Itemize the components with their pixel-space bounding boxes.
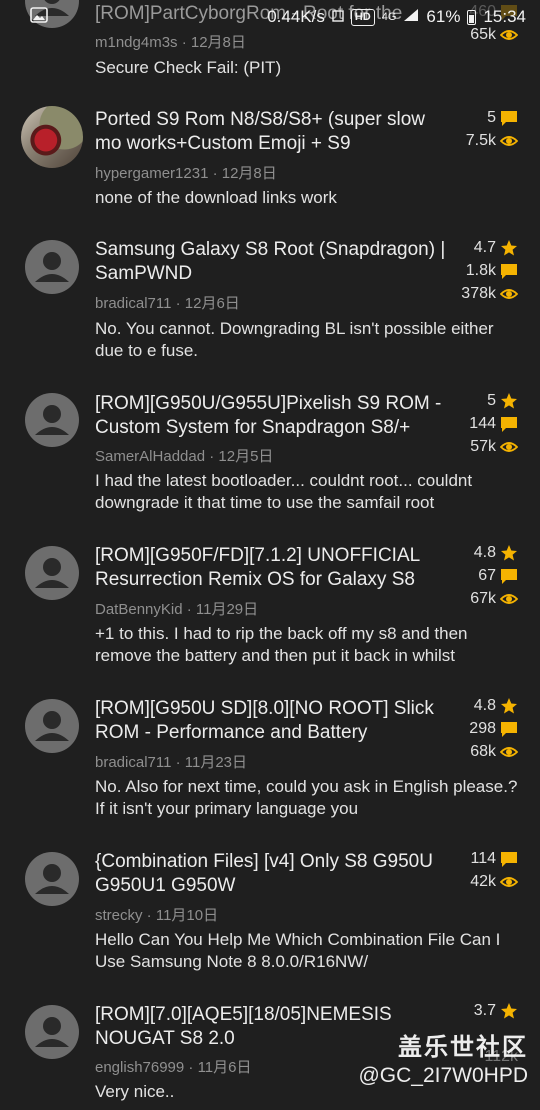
thread-meta: bradical711 · 12月6日: [95, 295, 240, 312]
thread-snippet: No. You cannot. Downgrading BL isn't pos…: [95, 319, 494, 360]
rating: 4.8: [438, 694, 518, 717]
thread-snippet: I had the latest bootloader... couldnt r…: [95, 471, 473, 512]
wifi-signal-icon: [332, 7, 344, 27]
battery-icon: [467, 9, 477, 25]
avatar[interactable]: [21, 106, 83, 168]
star-icon: [501, 392, 517, 408]
thread-stats: 4.8 298 68k: [438, 694, 518, 763]
network-type: 4G: [381, 11, 397, 23]
comment-count: 1.8k: [438, 259, 518, 282]
thread-snippet: Hello Can You Help Me Which Combination …: [95, 930, 501, 971]
thread-snippet: Secure Check Fail: (PIT): [95, 58, 282, 77]
default-user-icon: [35, 1017, 69, 1047]
cell-signal-icon: [403, 7, 419, 27]
star-icon: [501, 1002, 517, 1018]
comment-icon: [501, 416, 517, 432]
thread-title[interactable]: {Combination Files] [v4] Only S8 G950U G…: [95, 850, 455, 898]
rating: 5: [438, 389, 518, 412]
thread-meta: m1ndg4m3s · 12月8日: [95, 34, 246, 51]
view-count: 378k: [438, 282, 518, 305]
eye-icon: [500, 593, 518, 604]
thread-stats: 5 144 57k: [438, 389, 518, 458]
watermark-brand: 盖乐世社区: [398, 1034, 528, 1061]
view-count: 57k: [438, 435, 518, 458]
thread-meta: bradical711 · 11月23日: [95, 754, 248, 771]
comment-count: 298: [438, 717, 518, 740]
network-speed: 0.44K/s: [267, 7, 325, 26]
thread-snippet: +1 to this. I had to rip the back off my…: [95, 624, 468, 665]
avatar[interactable]: [25, 240, 79, 294]
thread-title[interactable]: [ROM][G950F/FD][7.1.2] UNOFFICIAL Resurr…: [95, 544, 455, 592]
thread-meta: hypergamer1231 · 12月8日: [95, 165, 277, 182]
star-icon: [501, 544, 517, 560]
thread-title[interactable]: Ported S9 Rom N8/S8/S8+ (super slow mo w…: [95, 108, 455, 156]
comment-icon: [501, 263, 517, 279]
view-count: 42k: [438, 870, 518, 893]
eye-icon: [500, 441, 518, 452]
thread-meta: DatBennyKid · 11月29日: [95, 601, 259, 618]
default-user-icon: [35, 864, 69, 894]
comment-count: 144: [438, 412, 518, 435]
comment-icon: [501, 110, 517, 126]
comment-count: 114: [438, 847, 518, 870]
comment-icon: [501, 851, 517, 867]
default-user-icon: [35, 711, 69, 741]
default-user-icon: [35, 558, 69, 588]
status-bar: 0.44K/s HD 4G 61% 15:34: [0, 0, 540, 34]
view-count: 68k: [438, 740, 518, 763]
clock: 15:34: [483, 7, 526, 26]
thread-snippet: none of the download links work: [95, 188, 337, 207]
thread-meta: SamerAlHaddad · 12月5日: [95, 448, 274, 465]
eye-icon: [500, 288, 518, 299]
rating: 4.8: [438, 541, 518, 564]
thread-stats: 114 42k: [438, 847, 518, 893]
avatar[interactable]: [25, 393, 79, 447]
thread-snippet: No. Also for next time, could you ask in…: [95, 777, 518, 818]
default-user-icon: [35, 252, 69, 282]
default-user-icon: [35, 405, 69, 435]
star-icon: [501, 697, 517, 713]
comment-count: 5: [438, 106, 518, 129]
thread-title[interactable]: Samsung Galaxy S8 Root (Snapdragon) | Sa…: [95, 238, 455, 286]
view-count: 7.5k: [438, 129, 518, 152]
view-count: 67k: [438, 587, 518, 610]
comment-icon: [501, 568, 517, 584]
eye-icon: [500, 746, 518, 757]
avatar[interactable]: [25, 546, 79, 600]
rating: 3.7: [438, 999, 518, 1022]
thread-meta: english76999 · 11月6日: [95, 1059, 252, 1076]
thread-stats: 4.7 1.8k 378k: [438, 236, 518, 305]
battery-percent: 61%: [426, 7, 461, 26]
gallery-icon: [30, 6, 48, 28]
thread-title[interactable]: [ROM][G950U SD][8.0][NO ROOT] Slick ROM …: [95, 697, 455, 745]
eye-icon: [500, 876, 518, 887]
thread-stats: 4.8 67 67k: [438, 541, 518, 610]
avatar[interactable]: [25, 1005, 79, 1059]
rating: 4.7: [438, 236, 518, 259]
avatar[interactable]: [25, 852, 79, 906]
watermark: 盖乐世社区 @GC_2I7W0HPD: [358, 1027, 528, 1088]
thread-title[interactable]: [ROM][G950U/G955U]Pixelish S9 ROM - Cust…: [95, 392, 455, 440]
thread-meta: strecky · 11月10日: [95, 907, 219, 924]
thread-stats: 5 7.5k: [438, 106, 518, 152]
comment-count: 67: [438, 564, 518, 587]
avatar[interactable]: [25, 699, 79, 753]
star-icon: [501, 239, 517, 255]
watermark-handle: @GC_2I7W0HPD: [358, 1064, 528, 1087]
comment-icon: [501, 721, 517, 737]
eye-icon: [500, 135, 518, 146]
hd-badge: HD: [350, 8, 375, 26]
